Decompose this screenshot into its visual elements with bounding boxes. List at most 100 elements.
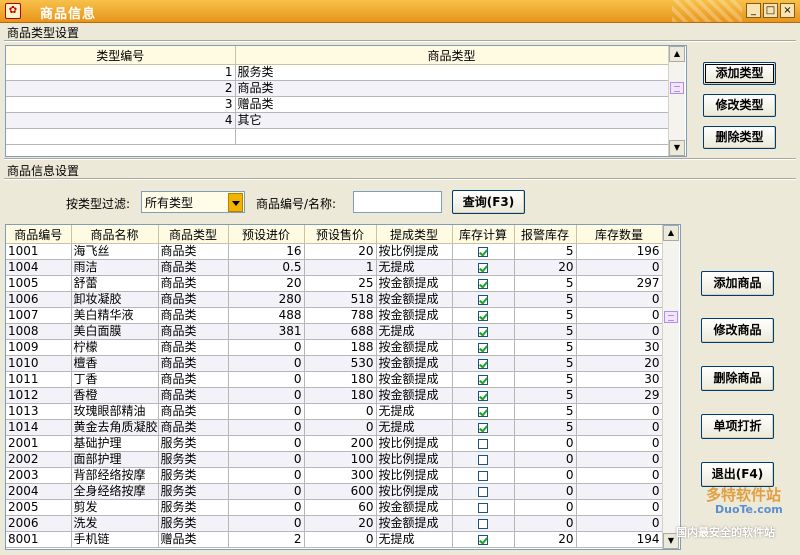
scroll-thumb[interactable] xyxy=(664,311,678,323)
scroll-up-button[interactable]: ▲ xyxy=(669,46,685,62)
goods-cost-cell: 0 xyxy=(228,435,305,452)
goods-row[interactable]: 2004 全身经络按摩 服务类 0 600 按比例提成 0 0 xyxy=(6,483,663,500)
stock-calc-checkbox[interactable] xyxy=(478,470,488,481)
stock-calc-checkbox[interactable] xyxy=(478,502,488,513)
stock-calc-checkbox[interactable] xyxy=(478,342,488,353)
stock-calc-checkbox[interactable] xyxy=(478,278,488,289)
minimize-button[interactable]: _ xyxy=(746,3,761,18)
type-id-cell: 4 xyxy=(6,112,236,129)
type-id-cell: 2 xyxy=(6,80,236,97)
goods-row[interactable]: 1009 柠檬 商品类 0 188 按金额提成 5 30 xyxy=(6,339,663,356)
chevron-down-icon[interactable] xyxy=(228,193,243,212)
type-row[interactable]: 3 赠品类 xyxy=(6,96,669,113)
scroll-up-button[interactable]: ▲ xyxy=(663,225,679,241)
goods-row[interactable]: 2005 剪发 服务类 0 60 按金额提成 0 0 xyxy=(6,499,663,516)
goods-row[interactable]: 1007 美白精华液 商品类 488 788 按金额提成 5 0 xyxy=(6,307,663,324)
goods-cost-cell: 0 xyxy=(228,499,305,516)
type-grid[interactable]: 类型编号 商品类型 1 服务类 2 商品类 3 赠品类 4 其它 ▲ ▼ xyxy=(5,45,687,157)
stock-calc-checkbox[interactable] xyxy=(478,534,488,545)
stock-calc-checkbox[interactable] xyxy=(478,262,488,273)
goods-row[interactable]: 1004 雨洁 商品类 0.5 1 无提成 20 0 xyxy=(6,259,663,276)
col-header-alarm[interactable]: 报警库存 xyxy=(514,225,577,244)
type-filter-select[interactable]: 所有类型 xyxy=(141,191,245,213)
edit-goods-button[interactable]: 修改商品 xyxy=(701,318,774,343)
goods-section-divider xyxy=(4,178,796,180)
stock-calc-checkbox[interactable] xyxy=(478,422,488,433)
goods-row[interactable]: 2003 背部经络按摩 服务类 0 300 按比例提成 0 0 xyxy=(6,467,663,484)
goods-code-cell: 1011 xyxy=(6,371,72,388)
query-button[interactable]: 查询(F3) xyxy=(452,190,525,214)
goods-commission-cell: 按金额提成 xyxy=(376,515,453,532)
type-row[interactable]: 4 其它 xyxy=(6,112,669,129)
col-header-cost[interactable]: 预设进价 xyxy=(228,225,305,244)
goods-row[interactable]: 1008 美白面膜 商品类 381 688 无提成 5 0 xyxy=(6,323,663,340)
col-header-code[interactable]: 商品编号 xyxy=(6,225,72,244)
stock-calc-checkbox[interactable] xyxy=(478,310,488,321)
col-header-type-name[interactable]: 商品类型 xyxy=(235,46,669,65)
add-type-button[interactable]: 添加类型 xyxy=(703,62,776,85)
goods-alarm-cell: 5 xyxy=(514,371,577,388)
stock-calc-checkbox[interactable] xyxy=(478,294,488,305)
goods-qty-cell: 29 xyxy=(576,387,663,404)
goods-row[interactable]: 1005 舒蕾 商品类 20 25 按金额提成 5 297 xyxy=(6,275,663,292)
close-button[interactable]: × xyxy=(780,3,795,18)
goods-row[interactable]: 1013 玫瑰眼部精油 商品类 0 0 无提成 5 0 xyxy=(6,403,663,420)
col-header-price[interactable]: 预设售价 xyxy=(304,225,377,244)
goods-row[interactable]: 1001 海飞丝 商品类 16 20 按比例提成 5 196 xyxy=(6,243,663,260)
col-header-qty[interactable]: 库存数量 xyxy=(576,225,663,244)
scroll-thumb[interactable] xyxy=(670,82,684,94)
goods-price-cell: 518 xyxy=(304,291,377,308)
type-grid-scrollbar[interactable]: ▲ ▼ xyxy=(668,46,685,156)
goods-stock-calc-cell xyxy=(452,291,515,308)
goods-row[interactable]: 1014 黄金去角质凝胶 商品类 0 0 无提成 5 0 xyxy=(6,419,663,436)
scroll-down-button[interactable]: ▼ xyxy=(669,140,685,156)
stock-calc-checkbox[interactable] xyxy=(478,518,488,529)
col-header-commission[interactable]: 提成类型 xyxy=(376,225,453,244)
col-header-type[interactable]: 商品类型 xyxy=(158,225,229,244)
goods-cost-cell: 0.5 xyxy=(228,259,305,276)
app-icon[interactable]: ✿ xyxy=(5,3,21,19)
col-header-stock-calc[interactable]: 库存计算 xyxy=(452,225,515,244)
goods-alarm-cell: 0 xyxy=(514,435,577,452)
goods-row[interactable]: 1011 丁香 商品类 0 180 按金额提成 5 30 xyxy=(6,371,663,388)
delete-goods-button[interactable]: 删除商品 xyxy=(701,366,774,391)
col-header-name[interactable]: 商品名称 xyxy=(71,225,159,244)
discount-button[interactable]: 单项打折 xyxy=(701,414,774,439)
stock-calc-checkbox[interactable] xyxy=(478,390,488,401)
goods-name-cell: 香橙 xyxy=(71,387,159,404)
maximize-button[interactable]: □ xyxy=(763,3,778,18)
goods-row[interactable]: 1012 香橙 商品类 0 180 按金额提成 5 29 xyxy=(6,387,663,404)
stock-calc-checkbox[interactable] xyxy=(478,246,488,257)
edit-type-button[interactable]: 修改类型 xyxy=(703,94,776,117)
goods-row[interactable]: 8001 手机链 赠品类 2 0 无提成 20 194 xyxy=(6,531,663,548)
stock-calc-checkbox[interactable] xyxy=(478,454,488,465)
stock-calc-checkbox[interactable] xyxy=(478,438,488,449)
goods-qty-cell: 194 xyxy=(576,531,663,548)
goods-cost-cell: 2 xyxy=(228,531,305,548)
goods-grid-scrollbar[interactable]: ▲ ▼ xyxy=(662,225,679,549)
stock-calc-checkbox[interactable] xyxy=(478,406,488,417)
goods-row[interactable]: 2001 基础护理 服务类 0 200 按比例提成 0 0 xyxy=(6,435,663,452)
col-header-type-id[interactable]: 类型编号 xyxy=(6,46,236,65)
type-filter-value: 所有类型 xyxy=(145,196,194,210)
goods-qty-cell: 0 xyxy=(576,483,663,500)
stock-calc-checkbox[interactable] xyxy=(478,374,488,385)
goods-grid[interactable]: 商品编号 商品名称 商品类型 预设进价 预设售价 提成类型 库存计算 报警库存 … xyxy=(5,224,681,550)
goods-name-cell: 洗发 xyxy=(71,515,159,532)
goods-row[interactable]: 1006 卸妆凝胶 商品类 280 518 按金额提成 5 0 xyxy=(6,291,663,308)
search-input[interactable] xyxy=(353,191,442,213)
add-goods-button[interactable]: 添加商品 xyxy=(701,271,774,296)
goods-code-cell: 1005 xyxy=(6,275,72,292)
goods-stock-calc-cell xyxy=(452,355,515,372)
type-row[interactable]: 2 商品类 xyxy=(6,80,669,97)
stock-calc-checkbox[interactable] xyxy=(478,326,488,337)
goods-row[interactable]: 2006 洗发 服务类 0 20 按金额提成 0 0 xyxy=(6,515,663,532)
goods-row[interactable]: 1010 檀香 商品类 0 530 按金额提成 5 20 xyxy=(6,355,663,372)
goods-row[interactable]: 2002 面部护理 服务类 0 100 按比例提成 0 0 xyxy=(6,451,663,468)
goods-name-cell: 手机链 xyxy=(71,531,159,548)
goods-cost-cell: 0 xyxy=(228,419,305,436)
delete-type-button[interactable]: 删除类型 xyxy=(703,126,776,149)
stock-calc-checkbox[interactable] xyxy=(478,358,488,369)
type-row[interactable]: 1 服务类 xyxy=(6,64,669,81)
stock-calc-checkbox[interactable] xyxy=(478,486,488,497)
